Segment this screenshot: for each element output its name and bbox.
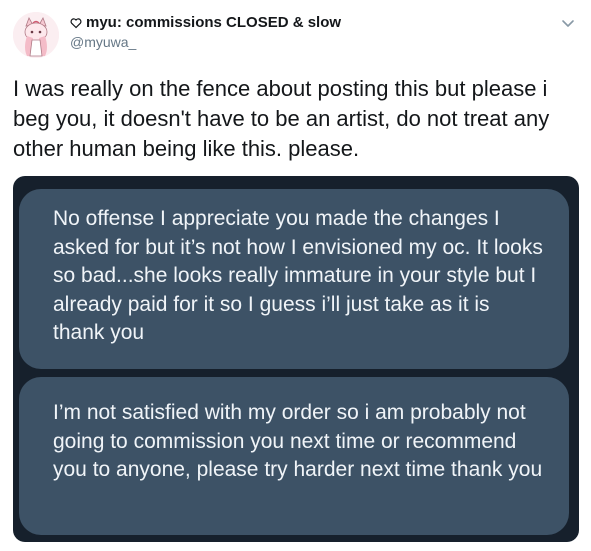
message-bubble: I’m not satisfied with my order so i am … [19,377,569,535]
display-name: myu: commissions CLOSED & slow [86,14,342,31]
tweet-image[interactable]: No offense I appreciate you made the cha… [13,176,579,542]
message-bubble: No offense I appreciate you made the cha… [19,189,569,369]
avatar-image [13,12,59,58]
tweet-card: myu: commissions CLOSED & slow @myuwa_ I… [0,0,591,551]
tweet-text: I was really on the fence about posting … [13,76,550,161]
chevron-down-icon[interactable] [559,14,577,32]
avatar[interactable] [13,12,59,58]
heart-icon [70,17,82,28]
display-name-row[interactable]: myu: commissions CLOSED & slow [70,14,341,31]
user-names: myu: commissions CLOSED & slow @myuwa_ [70,14,341,50]
user-handle[interactable]: @myuwa_ [70,34,341,50]
